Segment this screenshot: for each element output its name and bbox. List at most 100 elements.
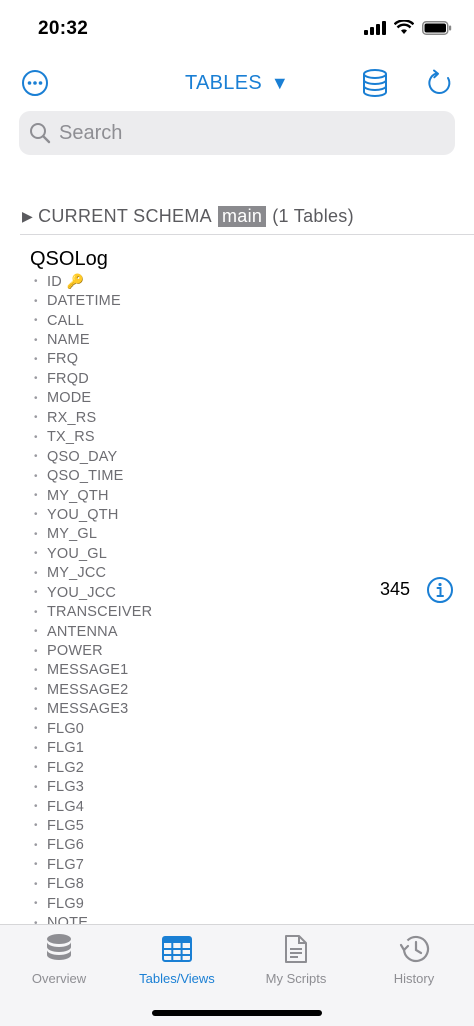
column-item[interactable]: • FLG8 bbox=[34, 875, 152, 894]
column-item[interactable]: • ANTENNA bbox=[34, 622, 152, 641]
column-name: MY_QTH bbox=[47, 487, 109, 504]
column-name: FLG3 bbox=[47, 779, 85, 796]
column-name: FLG8 bbox=[47, 876, 85, 893]
search-icon bbox=[30, 123, 51, 144]
column-item[interactable]: • FLG7 bbox=[34, 855, 152, 874]
column-item[interactable]: • YOU_QTH bbox=[34, 505, 152, 524]
column-item[interactable]: • ID 🔑 bbox=[34, 272, 152, 291]
bullet: • bbox=[34, 820, 38, 832]
bullet: • bbox=[34, 606, 38, 618]
column-list: • ID 🔑 • DATETIME • CALL • NAME • FRQ • FRQD • MODE • RX… bbox=[34, 272, 152, 933]
column-item[interactable]: • FLG1 bbox=[34, 739, 152, 758]
column-item[interactable]: • MY_GL bbox=[34, 525, 152, 544]
column-name: FRQD bbox=[47, 370, 89, 387]
column-item[interactable]: • MY_JCC bbox=[34, 564, 152, 583]
column-name: MODE bbox=[47, 390, 92, 407]
column-item[interactable]: • MESSAGE1 bbox=[34, 661, 152, 680]
column-name: YOU_QTH bbox=[47, 506, 119, 523]
column-item[interactable]: • FLG5 bbox=[34, 816, 152, 835]
column-name: FRQ bbox=[47, 351, 79, 368]
column-item[interactable]: • MODE bbox=[34, 389, 152, 408]
column-item[interactable]: • POWER bbox=[34, 641, 152, 660]
bullet: • bbox=[34, 412, 38, 424]
chevron-down-icon: ▼ bbox=[270, 73, 289, 93]
column-name: DATETIME bbox=[47, 293, 121, 310]
column-name: FLG4 bbox=[47, 798, 85, 815]
table-icon bbox=[162, 936, 192, 962]
schema-header[interactable]: ▶ CURRENT SCHEMA main (1 Tables) bbox=[22, 206, 354, 227]
column-item[interactable]: • FLG0 bbox=[34, 719, 152, 738]
column-name: MESSAGE3 bbox=[47, 701, 129, 718]
search-input[interactable] bbox=[57, 120, 441, 146]
toolbar: TABLES ▼ bbox=[0, 62, 474, 106]
bullet: • bbox=[34, 781, 38, 793]
tab-my-scripts[interactable]: My Scripts bbox=[237, 933, 355, 986]
bullet: • bbox=[34, 684, 38, 696]
bullet: • bbox=[34, 762, 38, 774]
bullet: • bbox=[34, 451, 38, 463]
schema-name-badge: main bbox=[217, 206, 267, 227]
column-item[interactable]: • YOU_JCC bbox=[34, 583, 152, 602]
bullet: • bbox=[34, 742, 38, 754]
tables-dropdown[interactable]: TABLES ▼ bbox=[0, 72, 474, 95]
tab-label: My Scripts bbox=[265, 971, 327, 986]
column-name: FLG5 bbox=[47, 817, 85, 834]
column-item[interactable]: • QSO_DAY bbox=[34, 447, 152, 466]
document-icon bbox=[285, 935, 307, 963]
bullet: • bbox=[34, 392, 38, 404]
bullet: • bbox=[34, 315, 38, 327]
tab-overview[interactable]: Overview bbox=[0, 933, 118, 986]
column-item[interactable]: • QSO_TIME bbox=[34, 466, 152, 485]
column-name: CALL bbox=[47, 312, 85, 329]
table-info-button[interactable] bbox=[426, 576, 454, 604]
schema-table-count: (1 Tables) bbox=[272, 206, 354, 226]
bullet: • bbox=[34, 587, 38, 599]
column-item[interactable]: • MESSAGE3 bbox=[34, 700, 152, 719]
column-item[interactable]: • FRQ bbox=[34, 350, 152, 369]
column-item[interactable]: • MESSAGE2 bbox=[34, 680, 152, 699]
bullet: • bbox=[34, 801, 38, 813]
column-item[interactable]: • YOU_GL bbox=[34, 544, 152, 563]
tab-tables-views[interactable]: Tables/Views bbox=[118, 933, 236, 986]
bullet: • bbox=[34, 626, 38, 638]
bullet: • bbox=[34, 878, 38, 890]
divider bbox=[20, 234, 474, 235]
column-item[interactable]: • FLG3 bbox=[34, 777, 152, 796]
column-name: YOU_GL bbox=[47, 545, 108, 562]
column-name: FLG7 bbox=[47, 856, 85, 873]
tab-history[interactable]: History bbox=[355, 933, 473, 986]
disclosure-triangle-icon: ▶ bbox=[22, 208, 34, 224]
column-name: TRANSCEIVER bbox=[47, 604, 153, 621]
column-item[interactable]: • NAME bbox=[34, 330, 152, 349]
column-name: MY_GL bbox=[47, 526, 98, 543]
bullet: • bbox=[34, 839, 38, 851]
column-item[interactable]: • DATETIME bbox=[34, 291, 152, 310]
refresh-button[interactable] bbox=[423, 66, 457, 100]
column-item[interactable]: • TRANSCEIVER bbox=[34, 602, 152, 621]
column-item[interactable]: • MY_QTH bbox=[34, 486, 152, 505]
bullet: • bbox=[34, 898, 38, 910]
tab-label: Tables/Views bbox=[139, 971, 215, 986]
status-time: 20:32 bbox=[38, 18, 89, 39]
database-button[interactable] bbox=[358, 66, 392, 100]
column-item[interactable]: • TX_RS bbox=[34, 428, 152, 447]
bullet: • bbox=[34, 528, 38, 540]
column-item[interactable]: • FRQD bbox=[34, 369, 152, 388]
column-item[interactable]: • FLG9 bbox=[34, 894, 152, 913]
column-item[interactable]: • RX_RS bbox=[34, 408, 152, 427]
bullet: • bbox=[34, 353, 38, 365]
column-item[interactable]: • CALL bbox=[34, 311, 152, 330]
primary-key-icon: 🔑 bbox=[66, 273, 85, 290]
column-item[interactable]: • FLG6 bbox=[34, 836, 152, 855]
bullet: • bbox=[34, 509, 38, 521]
bullet: • bbox=[34, 373, 38, 385]
column-item[interactable]: • FLG2 bbox=[34, 758, 152, 777]
table-name[interactable]: QSOLog bbox=[30, 248, 108, 271]
column-name: MESSAGE1 bbox=[47, 662, 129, 679]
wifi-icon bbox=[394, 20, 414, 34]
column-item[interactable]: • FLG4 bbox=[34, 797, 152, 816]
search-bar[interactable] bbox=[19, 111, 455, 155]
column-name: ANTENNA bbox=[47, 623, 118, 640]
home-indicator bbox=[152, 1010, 322, 1016]
battery-icon bbox=[422, 20, 452, 35]
